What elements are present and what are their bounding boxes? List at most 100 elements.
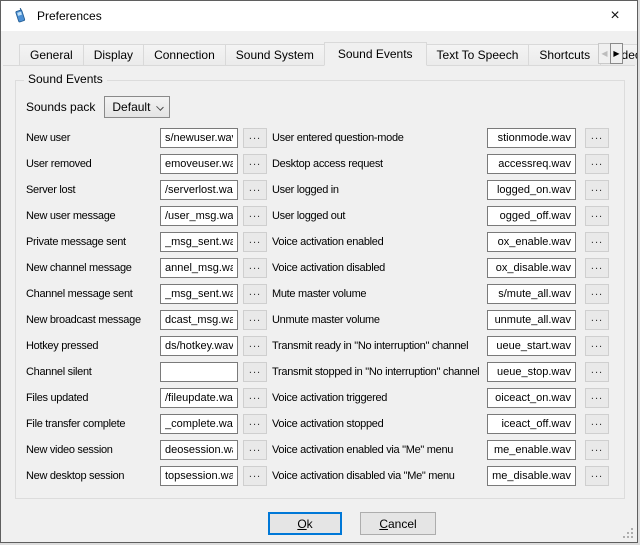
browse-button[interactable]: ...: [585, 232, 609, 252]
sound-file-input[interactable]: [160, 336, 238, 356]
sound-event-label: Voice activation disabled via "Me" menu: [272, 470, 487, 482]
sound-file-input[interactable]: [160, 258, 238, 278]
sound-event-label: Voice activation enabled via "Me" menu: [272, 444, 487, 456]
sound-file-input[interactable]: [487, 232, 576, 252]
sound-event-label: User logged in: [272, 184, 487, 196]
sound-file-input[interactable]: [487, 466, 576, 486]
sound-events-column-left: New user...User removed...Server lost...…: [26, 125, 267, 489]
sound-event-row: Voice activation enabled...: [272, 229, 609, 255]
sound-event-row: User entered question-mode...: [272, 125, 609, 151]
sound-file-input[interactable]: [160, 440, 238, 460]
window-title: Preferences: [37, 9, 102, 23]
sound-file-input[interactable]: [160, 414, 238, 434]
browse-button[interactable]: ...: [585, 388, 609, 408]
sound-file-input[interactable]: [487, 206, 576, 226]
tab-text-to-speech[interactable]: Text To Speech: [426, 44, 530, 65]
browse-button[interactable]: ...: [585, 206, 609, 226]
sound-file-input[interactable]: [487, 336, 576, 356]
browse-button[interactable]: ...: [585, 310, 609, 330]
sound-event-label: Transmit stopped in "No interruption" ch…: [272, 366, 487, 378]
tab-sound-events[interactable]: Sound Events: [324, 42, 427, 66]
tab-bar: GeneralDisplayConnectionSound SystemSoun…: [3, 41, 635, 66]
sound-file-input[interactable]: [487, 414, 576, 434]
chevron-right-icon: ▶: [613, 49, 619, 58]
sound-event-row: Voice activation disabled via "Me" menu.…: [272, 463, 609, 489]
browse-button[interactable]: ...: [585, 154, 609, 174]
sound-file-input[interactable]: [160, 128, 238, 148]
cancel-button[interactable]: Cancel: [360, 512, 436, 535]
browse-button[interactable]: ...: [585, 128, 609, 148]
sound-file-input[interactable]: [160, 310, 238, 330]
sound-event-row: Desktop access request...: [272, 151, 609, 177]
ok-button[interactable]: Ok: [268, 512, 342, 535]
browse-button[interactable]: ...: [243, 232, 267, 252]
sound-file-input[interactable]: [487, 154, 576, 174]
browse-button[interactable]: ...: [243, 180, 267, 200]
tab-scroll-right-button[interactable]: ▶: [610, 43, 623, 64]
sound-file-input[interactable]: [487, 180, 576, 200]
resize-grip[interactable]: [621, 526, 634, 539]
tab-shortcuts[interactable]: Shortcuts: [528, 44, 601, 65]
browse-button[interactable]: ...: [243, 336, 267, 356]
sound-file-input[interactable]: [487, 284, 576, 304]
sound-file-input[interactable]: [160, 180, 238, 200]
browse-button[interactable]: ...: [585, 284, 609, 304]
browse-button[interactable]: ...: [243, 466, 267, 486]
sound-event-label: Private message sent: [26, 236, 160, 248]
sound-event-label: New video session: [26, 444, 160, 456]
sound-event-row: User removed...: [26, 151, 267, 177]
browse-button[interactable]: ...: [243, 128, 267, 148]
sound-file-input[interactable]: [160, 154, 238, 174]
browse-button[interactable]: ...: [243, 310, 267, 330]
sound-file-input[interactable]: [160, 206, 238, 226]
sounds-pack-label: Sounds pack: [26, 100, 95, 114]
browse-button[interactable]: ...: [585, 362, 609, 382]
tab-connection[interactable]: Connection: [143, 44, 226, 65]
sound-file-input[interactable]: [160, 466, 238, 486]
sound-file-input[interactable]: [160, 388, 238, 408]
sound-file-input[interactable]: [487, 128, 576, 148]
sound-event-label: New user: [26, 132, 160, 144]
sound-event-row: Unmute master volume...: [272, 307, 609, 333]
sound-file-input[interactable]: [487, 362, 576, 382]
sound-file-input[interactable]: [487, 310, 576, 330]
teamtalk-app-icon: [12, 8, 28, 24]
tab-general[interactable]: General: [19, 44, 84, 65]
browse-button[interactable]: ...: [243, 258, 267, 278]
title-bar: Preferences ×: [1, 1, 637, 31]
browse-button[interactable]: ...: [243, 206, 267, 226]
browse-button[interactable]: ...: [243, 154, 267, 174]
tab-display[interactable]: Display: [83, 44, 144, 65]
browse-button[interactable]: ...: [243, 388, 267, 408]
sound-file-input[interactable]: [487, 440, 576, 460]
sound-file-input[interactable]: [160, 232, 238, 252]
sound-event-row: New broadcast message...: [26, 307, 267, 333]
browse-button[interactable]: ...: [585, 414, 609, 434]
sound-file-input[interactable]: [160, 362, 238, 382]
sound-event-label: New broadcast message: [26, 314, 160, 326]
sound-file-input[interactable]: [487, 258, 576, 278]
sound-event-row: Transmit ready in "No interruption" chan…: [272, 333, 609, 359]
sounds-pack-dropdown[interactable]: Default: [104, 96, 170, 118]
sound-event-row: User logged in...: [272, 177, 609, 203]
browse-button[interactable]: ...: [585, 258, 609, 278]
sound-file-input[interactable]: [160, 284, 238, 304]
browse-button[interactable]: ...: [243, 414, 267, 434]
browse-button[interactable]: ...: [585, 440, 609, 460]
browse-button[interactable]: ...: [243, 440, 267, 460]
browse-button[interactable]: ...: [243, 284, 267, 304]
browse-button[interactable]: ...: [243, 362, 267, 382]
sound-file-input[interactable]: [487, 388, 576, 408]
sound-event-label: Voice activation disabled: [272, 262, 487, 274]
sound-event-label: Mute master volume: [272, 288, 487, 300]
close-button[interactable]: ×: [593, 1, 637, 31]
browse-button[interactable]: ...: [585, 466, 609, 486]
sound-event-label: Files updated: [26, 392, 160, 404]
browse-button[interactable]: ...: [585, 180, 609, 200]
sound-event-row: Hotkey pressed...: [26, 333, 267, 359]
tab-sound-system[interactable]: Sound System: [225, 44, 325, 65]
sound-event-label: Voice activation enabled: [272, 236, 487, 248]
browse-button[interactable]: ...: [585, 336, 609, 356]
sound-event-label: Hotkey pressed: [26, 340, 160, 352]
groupbox-title: Sound Events: [24, 72, 107, 86]
